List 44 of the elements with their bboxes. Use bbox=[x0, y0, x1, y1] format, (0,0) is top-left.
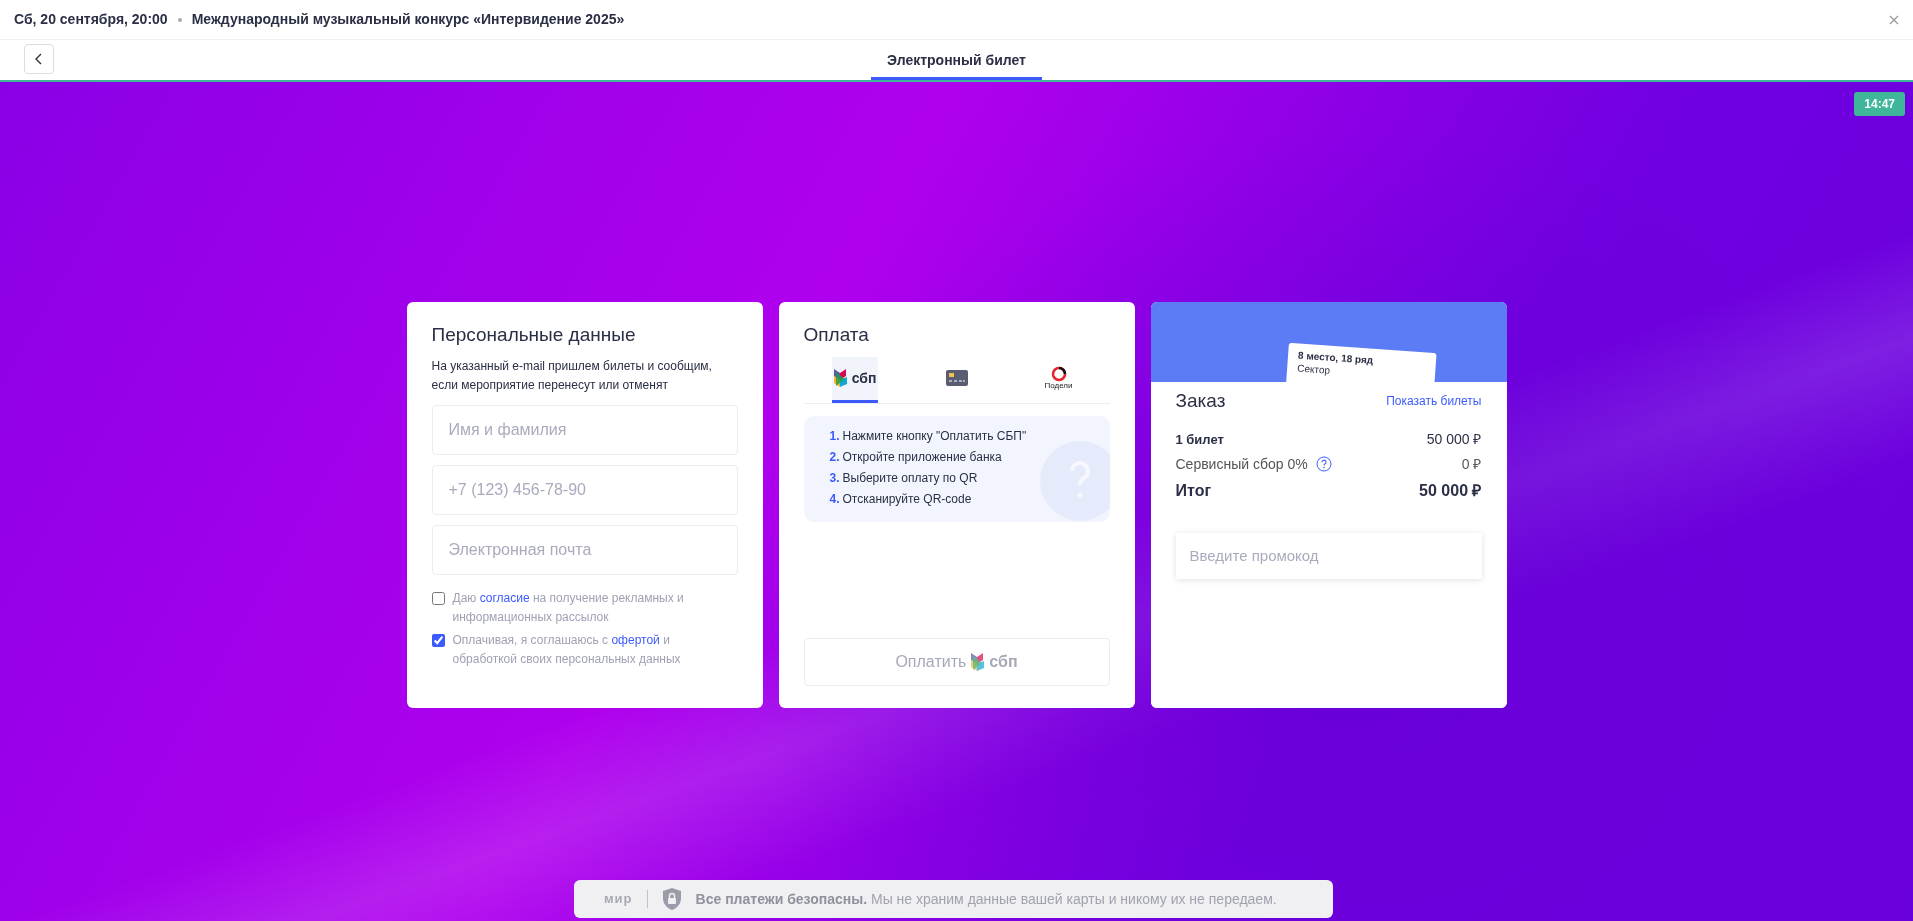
line-label: Сервисный сбор 0% bbox=[1175, 454, 1308, 474]
ring-logo-icon bbox=[1050, 366, 1067, 383]
shield-lock-icon bbox=[661, 887, 682, 911]
timer-badge: 14:47 bbox=[1854, 92, 1905, 116]
help-icon[interactable] bbox=[1315, 456, 1332, 473]
input-field[interactable]: +7 (123) 456-78-90 bbox=[431, 464, 738, 515]
description-text: На указанный e-mail пришлем билеты и сообщим, если мероприятие перенесут или отменят bbox=[431, 357, 713, 394]
payment-method-tab[interactable]: Подели bbox=[1035, 356, 1082, 403]
back-button[interactable] bbox=[24, 44, 54, 74]
checkbox[interactable] bbox=[431, 633, 445, 647]
line-value: 50 000 ₽ bbox=[1426, 429, 1482, 449]
dot-separator-icon bbox=[175, 15, 184, 24]
close-icon[interactable] bbox=[1889, 14, 1899, 25]
line-value: 0 ₽ bbox=[1461, 454, 1482, 474]
input-field[interactable]: Электронная почта bbox=[431, 524, 738, 575]
line-value: 50 000 ₽ bbox=[1419, 480, 1482, 501]
chevron-left-icon bbox=[35, 53, 43, 65]
tab[interactable]: Электронный билет bbox=[871, 42, 1042, 80]
link[interactable]: согласие bbox=[479, 590, 530, 605]
step-text: Выберите оплату по QR bbox=[842, 469, 978, 487]
card-title: Оплата bbox=[803, 324, 870, 347]
link[interactable]: офертой bbox=[611, 632, 660, 647]
line-label: 1 билет bbox=[1175, 430, 1224, 449]
event-date: Сб, 20 сентября, 20:00 bbox=[14, 10, 168, 29]
line-label: Итог bbox=[1175, 480, 1212, 501]
input-field[interactable]: Имя и фамилия bbox=[431, 404, 738, 455]
step-number: 1. bbox=[829, 427, 840, 445]
payment-method-tab[interactable]: сбп bbox=[831, 356, 878, 403]
checkbox[interactable] bbox=[431, 591, 445, 605]
promo-code-field[interactable]: Введите промокод bbox=[1175, 532, 1482, 579]
consent-text: Оплачивая, я соглашаюсь с офертой и обработкой своих персональных данных bbox=[452, 631, 682, 668]
card-title: Персональные данные bbox=[431, 324, 637, 347]
security-text: Все платежи безопасны. Мы не храним данные вашей карты и никому их не передаем. bbox=[695, 889, 1277, 909]
step-text: Откройте приложение банка bbox=[842, 448, 1002, 466]
step-number: 2. bbox=[829, 448, 840, 466]
step-number: 3. bbox=[829, 469, 840, 487]
step-text: Отсканируйте QR-code bbox=[842, 490, 972, 508]
step-text: Нажмите кнопку "Оплатить СБП" bbox=[842, 427, 1027, 445]
show-tickets-link[interactable]: Показать билеты bbox=[1386, 392, 1482, 411]
event-title: Международный музыкальный конкурс «Интервидение 2025» bbox=[191, 10, 625, 29]
payment-logo: мир bbox=[604, 890, 633, 909]
step-number: 4. bbox=[829, 490, 840, 508]
credit-card-icon bbox=[945, 370, 968, 387]
card-title: Заказ bbox=[1175, 390, 1226, 413]
